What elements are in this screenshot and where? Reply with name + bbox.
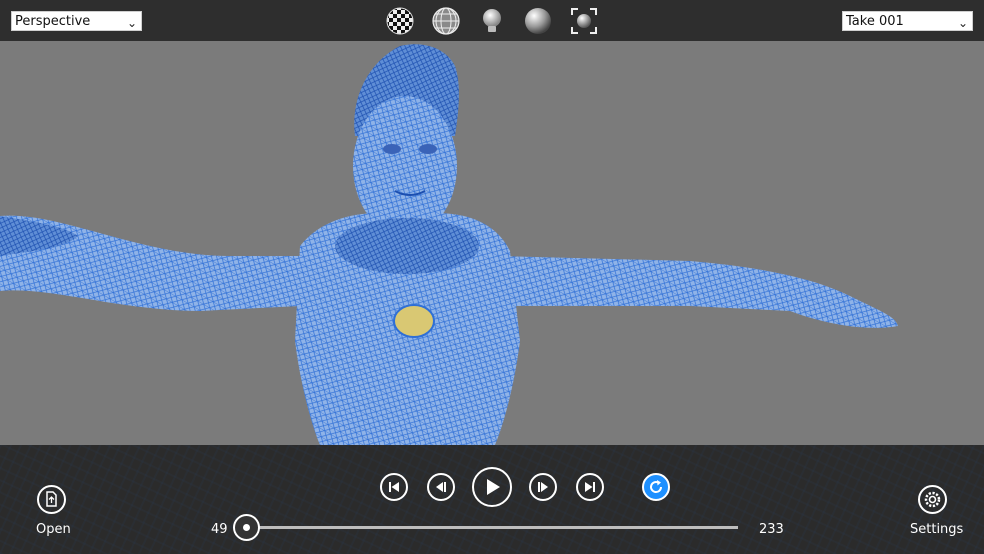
- wireframe-sphere-icon[interactable]: [431, 6, 461, 36]
- 3d-viewport[interactable]: [0, 41, 984, 445]
- light-bulb-icon[interactable]: [477, 6, 507, 36]
- open-button[interactable]: [37, 485, 66, 514]
- play-icon: [487, 479, 500, 495]
- view-mode-select[interactable]: Perspective ⌄: [11, 11, 142, 31]
- timeline-track[interactable]: [246, 526, 738, 529]
- file-icon: [46, 491, 57, 507]
- loop-icon: [650, 480, 663, 493]
- step-forward-button[interactable]: [529, 473, 557, 501]
- take-value: Take 001: [846, 14, 904, 29]
- take-select[interactable]: Take 001 ⌄: [842, 11, 973, 31]
- top-toolbar: Perspective ⌄ Take 001 ⌄: [0, 0, 984, 41]
- skip-to-start-button[interactable]: [380, 473, 408, 501]
- open-label: Open: [36, 522, 71, 537]
- fit-view-icon[interactable]: [569, 6, 599, 36]
- step-forward-icon: [538, 482, 548, 492]
- start-frame: 49: [211, 522, 228, 537]
- character-model: [0, 44, 898, 445]
- chevron-down-icon: ⌄: [957, 16, 968, 30]
- step-back-button[interactable]: [427, 473, 455, 501]
- end-frame: 233: [759, 522, 784, 537]
- settings-label: Settings: [910, 522, 964, 537]
- skip-to-end-button[interactable]: [576, 473, 604, 501]
- skip-end-icon: [585, 482, 595, 492]
- view-mode-value: Perspective: [15, 14, 91, 29]
- gear-icon: [924, 491, 941, 508]
- chevron-down-icon: ⌄: [126, 16, 137, 30]
- step-back-icon: [436, 482, 446, 492]
- play-button[interactable]: [472, 467, 512, 507]
- skip-start-icon: [389, 482, 399, 492]
- timeline-thumb[interactable]: [233, 514, 260, 541]
- shaded-sphere-icon[interactable]: [523, 6, 553, 36]
- loop-button[interactable]: [642, 473, 670, 501]
- settings-button[interactable]: [918, 485, 947, 514]
- checker-sphere-icon[interactable]: [385, 6, 415, 36]
